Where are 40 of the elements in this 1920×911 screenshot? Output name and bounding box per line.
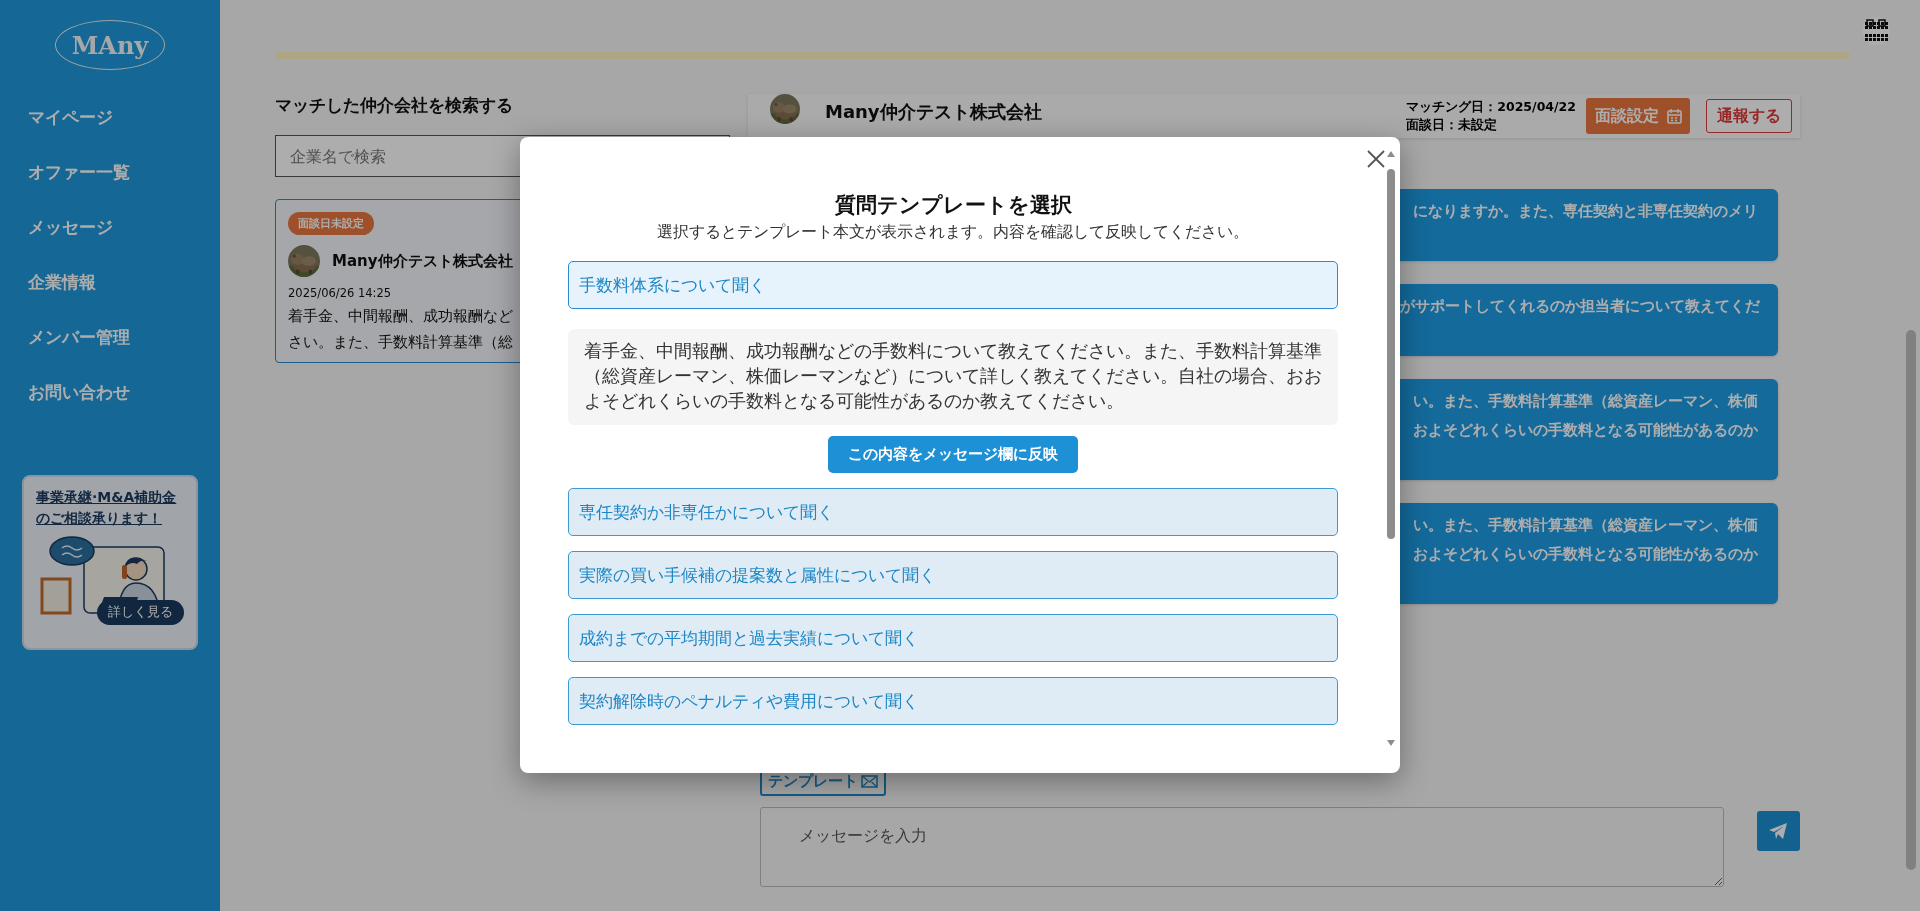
template-option[interactable]: 契約解除時のペナルティや費用について聞く xyxy=(568,677,1338,725)
matching-date: マッチング日：2025/04/22 xyxy=(1406,98,1576,116)
template-option[interactable]: 専任契約か非専任かについて聞く xyxy=(568,488,1338,536)
details-button[interactable]: 詳しく見る xyxy=(97,600,184,625)
apply-button[interactable]: この内容をメッセージ欄に反映 xyxy=(828,436,1078,473)
close-icon[interactable] xyxy=(1366,149,1386,169)
banner-card[interactable]: 事業承継·M&A補助金 のご相談承ります！ 詳しく見る xyxy=(22,475,198,650)
message-preview: さい。また、手数料計算基準（総 xyxy=(288,332,513,352)
company-name: Many仲介テスト株式会社 xyxy=(825,100,1042,124)
meeting-setup-button[interactable]: 面談設定 xyxy=(1586,98,1690,134)
calendar-icon xyxy=(1666,108,1682,124)
panel-title: マッチした仲介会社を検索する xyxy=(275,95,514,117)
template-option[interactable]: 成約までの平均期間と過去実績について聞く xyxy=(568,614,1338,662)
template-body: 着手金、中間報酬、成功報酬などの手数料について教えてください。また、手数料計算基準（総資産レーマン、株価レーマンなど）について詳しく教えてください。自社の場合、おおよそどれくらいの手数料となる可能性があるのか教えてください。 xyxy=(568,329,1338,425)
nav-item[interactable]: メッセージ xyxy=(0,200,220,255)
scrollbar[interactable] xyxy=(1906,330,1916,870)
company-name: Many仲介テスト株式会社 xyxy=(332,251,513,271)
qr-code-icon[interactable] xyxy=(1862,17,1890,45)
nav-item[interactable]: 企業情報 xyxy=(0,255,220,310)
scrollbar[interactable] xyxy=(1387,169,1395,539)
status-badge: 面談日未設定 xyxy=(288,212,374,235)
report-button[interactable]: 通報する xyxy=(1706,99,1792,133)
meeting-date: 面談日：未設定 xyxy=(1406,116,1499,134)
nav-item[interactable]: オファー一覧 xyxy=(0,145,220,200)
dialog-title: 質問テンプレートを選択 xyxy=(833,192,1073,218)
nav-item[interactable]: メンバー管理 xyxy=(0,310,220,365)
message-input[interactable]: メッセージを入力 xyxy=(760,807,1724,887)
banner-title: 事業承継·M&A補助金 xyxy=(36,488,177,507)
nav-item[interactable]: お問い合わせ xyxy=(0,365,220,420)
paper-plane-icon xyxy=(1768,822,1789,840)
banner-title: のご相談承ります！ xyxy=(36,509,162,528)
template-option[interactable]: 実際の買い手候補の提案数と属性について聞く xyxy=(568,551,1338,599)
nav-item[interactable]: マイページ xyxy=(0,90,220,145)
scroll-down-icon[interactable] xyxy=(1387,740,1395,746)
envelope-icon xyxy=(861,775,878,788)
timestamp: 2025/06/26 14:25 xyxy=(288,286,392,300)
template-option[interactable]: 手数料体系について聞く xyxy=(568,261,1338,309)
send-button[interactable] xyxy=(1756,811,1800,851)
scroll-up-icon[interactable] xyxy=(1387,151,1395,157)
message-preview: 着手金、中間報酬、成功報酬など xyxy=(288,306,513,326)
